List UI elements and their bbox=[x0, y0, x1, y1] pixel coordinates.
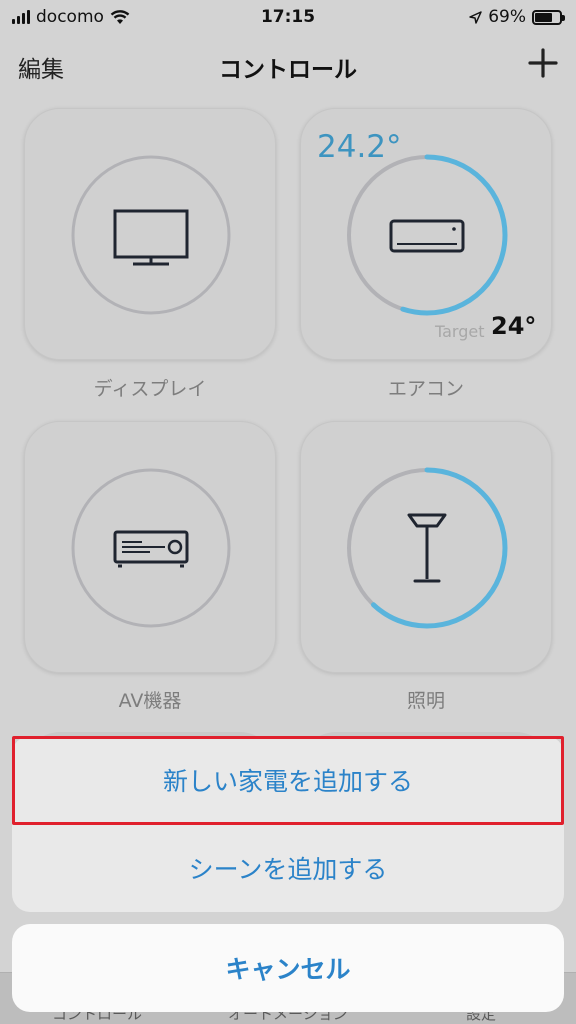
display-tile-graphic bbox=[71, 155, 231, 315]
target-label: Target bbox=[435, 322, 485, 341]
battery-icon bbox=[532, 9, 565, 25]
device-label-light: 照明 bbox=[406, 690, 445, 712]
location-arrow-icon bbox=[469, 10, 482, 24]
light-tile-graphic bbox=[346, 467, 508, 629]
edit-button[interactable]: 編集 bbox=[18, 50, 64, 84]
plus-icon[interactable] bbox=[526, 46, 560, 80]
device-label-av: AV機器 bbox=[118, 690, 182, 712]
device-tile-aircon[interactable]: 24.2° Target 24° bbox=[300, 108, 552, 360]
status-bar: docomo 17:15 69% bbox=[0, 0, 576, 34]
add-scene-button[interactable]: シーンを追加する bbox=[12, 824, 564, 912]
target-temperature: 24° bbox=[491, 312, 537, 340]
av-receiver-icon bbox=[113, 530, 189, 568]
current-temperature: 24.2° bbox=[317, 129, 402, 165]
device-label-display: ディスプレイ bbox=[93, 378, 207, 400]
air-conditioner-icon bbox=[389, 219, 465, 253]
status-right: 69% bbox=[469, 7, 565, 27]
device-tile-av[interactable] bbox=[24, 421, 276, 673]
page-title: コントロール bbox=[219, 57, 357, 83]
tv-icon bbox=[113, 209, 189, 266]
action-sheet: 新しい家電を追加する シーンを追加する bbox=[12, 736, 564, 912]
device-tile-light[interactable] bbox=[300, 421, 552, 673]
navigation-bar: 編集 コントロール bbox=[0, 40, 576, 88]
device-label-aircon: エアコン bbox=[387, 378, 464, 400]
ring-track bbox=[71, 155, 231, 315]
battery-percent: 69% bbox=[488, 7, 526, 27]
add-appliance-button[interactable]: 新しい家電を追加する bbox=[12, 736, 564, 824]
device-tile-display[interactable] bbox=[24, 108, 276, 360]
cancel-button[interactable]: キャンセル bbox=[12, 924, 564, 1012]
floor-lamp-icon bbox=[407, 513, 447, 583]
av-tile-graphic bbox=[71, 468, 231, 628]
